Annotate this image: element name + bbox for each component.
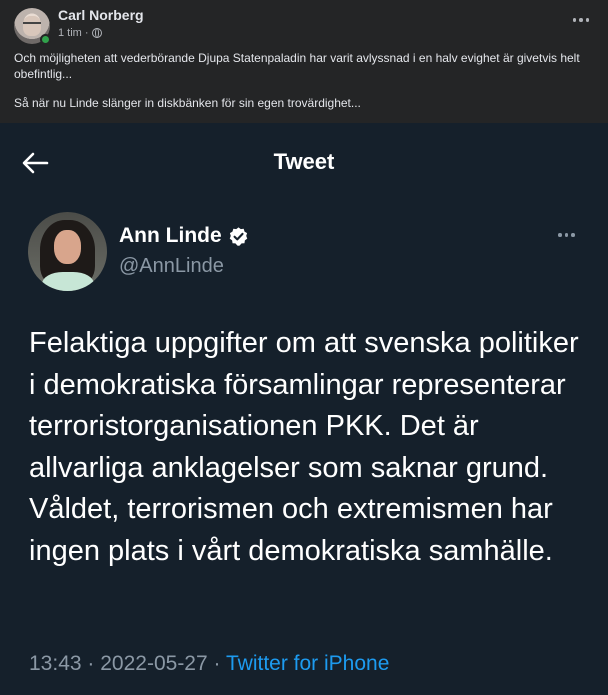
avatar-glasses — [23, 22, 41, 26]
tweet-header-title: Tweet — [273, 149, 335, 174]
tweet-body-text: Felaktiga uppgifter om att svenska polit… — [29, 327, 579, 567]
post-text: Och möjligheten att vederbörande Djupa S… — [14, 51, 594, 112]
online-status-icon — [40, 34, 51, 45]
footer-separator: · — [213, 652, 221, 675]
tweet-author-name[interactable]: Ann Linde — [119, 224, 222, 248]
author-name[interactable]: Carl Norberg — [58, 7, 144, 23]
author-avatar[interactable] — [14, 8, 51, 45]
post-paragraph: Så när nu Linde slänger in diskbänken fö… — [14, 96, 361, 110]
post-meta: 1 tim · — [58, 27, 102, 39]
globe-icon[interactable] — [91, 28, 102, 38]
tweet-author-handle[interactable]: @AnnLinde — [119, 255, 224, 278]
meta-separator: · — [84, 27, 89, 39]
tweet-author-avatar[interactable] — [28, 212, 107, 291]
tweet-time: 13:43 — [29, 652, 82, 675]
footer-separator: · — [87, 652, 95, 675]
tweet-screenshot: Tweet Ann Linde @AnnLinde Felaktiga uppg… — [0, 123, 608, 695]
dot-icon — [571, 233, 575, 237]
dot-icon — [564, 233, 568, 237]
tweet-date[interactable]: 2022-05-27 — [100, 652, 207, 675]
post-paragraph: Och möjligheten att vederbörande Djupa S… — [14, 51, 580, 81]
post-more-options-button[interactable] — [568, 10, 594, 30]
tweet-footer: 13:43 · 2022-05-27 · Twitter for iPhone — [29, 652, 389, 676]
dot-icon — [572, 18, 577, 22]
facebook-post: Carl Norberg 1 tim · Och möjligheten att… — [0, 0, 608, 123]
tweet-more-options-button[interactable] — [558, 233, 575, 237]
avatar-face — [23, 16, 41, 36]
dot-icon — [579, 18, 583, 22]
avatar-shirt — [42, 272, 94, 291]
dot-icon — [558, 233, 562, 237]
tweet-author-row: Ann Linde — [119, 224, 249, 248]
post-time[interactable]: 1 tim — [58, 27, 82, 39]
dot-icon — [585, 18, 590, 22]
tweet-source-link[interactable]: Twitter for iPhone — [226, 652, 389, 675]
avatar-face — [54, 230, 81, 264]
verified-badge-icon — [229, 226, 247, 246]
